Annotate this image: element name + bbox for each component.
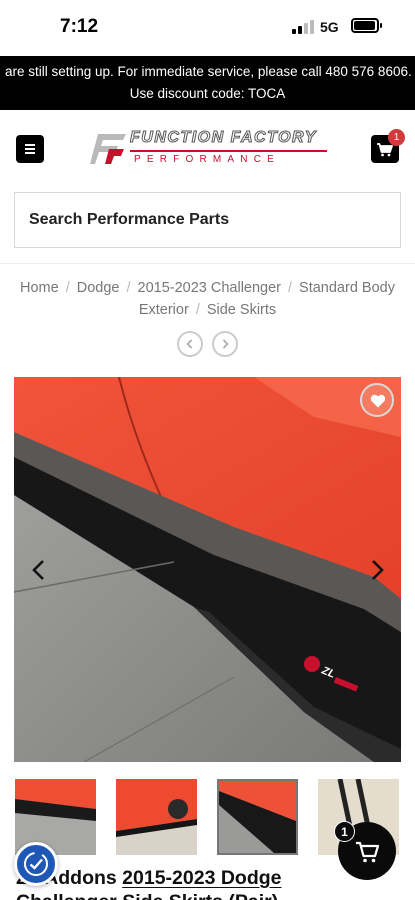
breadcrumb-separator: / (288, 280, 293, 296)
product-main-image[interactable]: ZL (14, 377, 401, 762)
chevron-right-icon (222, 339, 229, 349)
announcement-line-1: are still setting up. For immediate serv… (5, 64, 412, 79)
chevron-right-icon (372, 560, 384, 580)
header-divider (0, 263, 415, 264)
announcement-bar: are still setting up. For immediate serv… (0, 56, 415, 110)
previous-product-button[interactable] (177, 331, 203, 357)
breadcrumb-separator: / (195, 302, 200, 318)
heart-icon (370, 394, 386, 408)
status-time: 7:12 (60, 16, 99, 37)
breadcrumb-dodge[interactable]: Dodge (77, 280, 120, 296)
logo-mark-icon (90, 134, 126, 164)
site-logo[interactable]: FUNCTION FACTORY PERFORMANCE (90, 128, 330, 172)
gallery-thumbnail-3[interactable] (217, 779, 298, 855)
thumbnail-image (219, 781, 296, 853)
signal-icon (292, 20, 316, 34)
chevron-left-icon (186, 339, 193, 349)
logo-subtitle: PERFORMANCE (134, 154, 280, 165)
next-product-button[interactable] (212, 331, 238, 357)
search-box[interactable] (14, 192, 401, 248)
floating-cart-count-badge: 1 (334, 821, 355, 842)
product-photo: ZL (14, 377, 401, 762)
breadcrumb-separator: / (126, 280, 131, 296)
accessibility-icon (24, 852, 48, 876)
breadcrumb-separator: / (65, 280, 70, 296)
gallery-thumbnail-2[interactable] (116, 779, 197, 855)
gallery-previous-arrow[interactable] (28, 558, 50, 582)
wishlist-button[interactable] (360, 383, 394, 417)
product-title-rest: Challenger Side Skirts (Pair) (16, 891, 278, 900)
search-input[interactable] (15, 193, 400, 247)
announcement-line-2: Use discount code: TOCA (129, 86, 286, 101)
accessibility-button[interactable] (14, 842, 58, 886)
menu-button[interactable] (16, 135, 44, 163)
gallery-next-arrow[interactable] (366, 558, 388, 582)
product-title-link[interactable]: 2015-2023 Dodge (122, 867, 281, 889)
status-bar: 7:12 5G (0, 0, 415, 56)
breadcrumb-home[interactable]: Home (20, 280, 59, 296)
chevron-left-icon (32, 560, 44, 580)
thumbnail-image (116, 779, 197, 855)
breadcrumb-challenger[interactable]: 2015-2023 Challenger (138, 280, 282, 296)
battery-icon (351, 18, 382, 33)
network-label: 5G (320, 19, 339, 35)
breadcrumb: Home / Dodge/2015-2023 Challenger / Standard… (20, 277, 395, 321)
cart-count-badge: 1 (388, 129, 405, 146)
breadcrumb-side-skirts: Side Skirts (206, 302, 277, 318)
logo-title: FUNCTION FACTORY (130, 129, 317, 147)
logo-rule (130, 150, 327, 152)
